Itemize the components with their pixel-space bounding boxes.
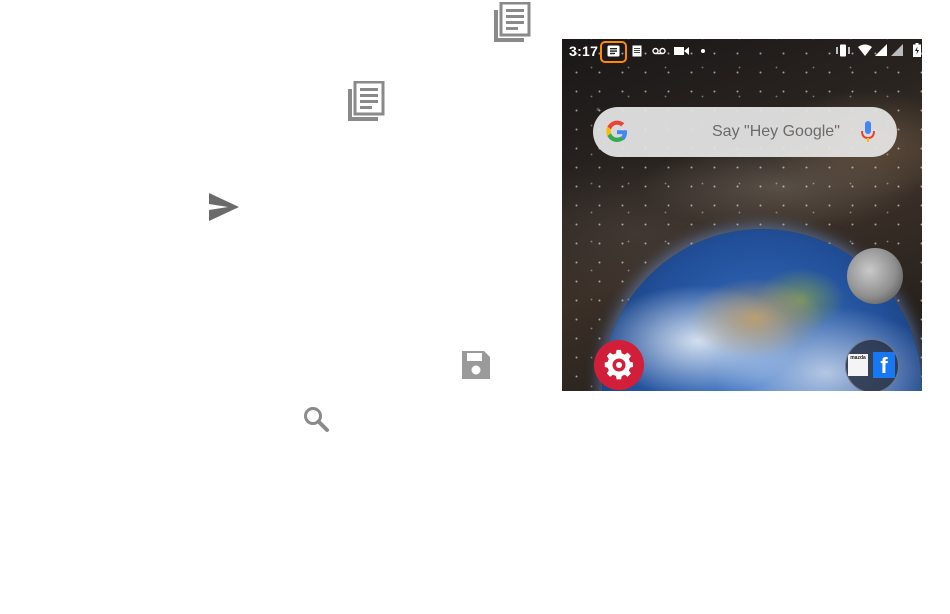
battery-icon	[913, 43, 921, 57]
app-folder[interactable]: mazda f	[845, 339, 899, 391]
send-icon[interactable]	[208, 192, 240, 222]
google-search-bar[interactable]: Say "Hey Google"	[593, 107, 897, 157]
google-logo-icon	[605, 120, 629, 144]
video-camera-icon	[674, 46, 689, 56]
wifi-icon	[858, 44, 872, 56]
article-icon[interactable]	[491, 2, 531, 42]
notification-dot-icon	[701, 49, 705, 53]
gear-icon	[604, 349, 633, 380]
facebook-app-icon: f	[873, 352, 895, 378]
status-bar: 3:17	[562, 39, 922, 63]
signal-icon	[891, 44, 903, 56]
status-time: 3:17	[569, 43, 599, 59]
search-hint: Say "Hey Google"	[712, 123, 840, 140]
vibrate-icon	[835, 44, 851, 57]
clipboard-icon	[632, 44, 642, 57]
settings-app-icon[interactable]	[594, 340, 644, 390]
voicemail-icon	[652, 47, 666, 55]
notification-article-icon[interactable]	[607, 45, 620, 57]
mazda-app-icon: mazda	[848, 354, 868, 376]
moon-image	[847, 248, 903, 304]
phone-home-screen: 3:17 Say "Hey Google" mazda f	[562, 39, 922, 391]
microphone-icon[interactable]	[860, 120, 876, 144]
save-icon[interactable]	[460, 349, 492, 381]
article-icon[interactable]	[345, 81, 385, 121]
signal-icon	[875, 44, 887, 56]
search-icon[interactable]	[302, 405, 330, 433]
